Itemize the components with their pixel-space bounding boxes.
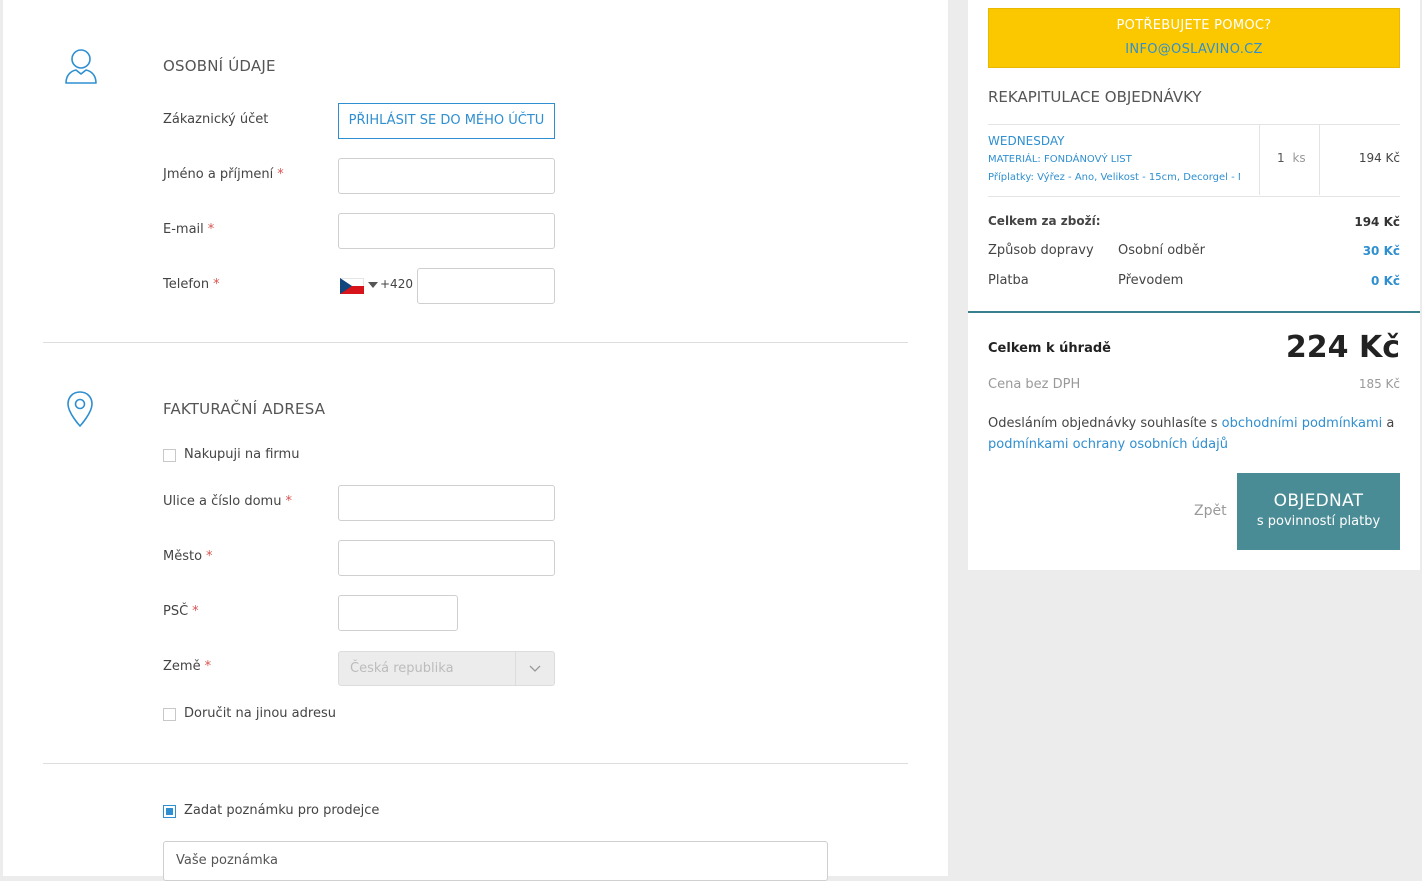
required-mark: * bbox=[213, 277, 220, 292]
company-checkbox-label[interactable]: Nakupuji na firmu bbox=[184, 447, 299, 462]
item-divider bbox=[988, 196, 1400, 197]
item-column-divider bbox=[1319, 125, 1320, 195]
order-button-sub: s povinností platby bbox=[1256, 514, 1381, 529]
seller-note-placeholder: Vaše poznámka bbox=[176, 853, 278, 868]
item-column-divider bbox=[1259, 125, 1260, 195]
order-summary-panel: POTŘEBUJETE POMOC? INFO@OSLAVINO.CZ REKA… bbox=[968, 0, 1420, 570]
section-title-personal: OSOBNÍ ÚDAJE bbox=[163, 57, 276, 75]
total-divider bbox=[968, 311, 1420, 313]
item-material: MATERIÁL: FONDÁNOVÝ LIST bbox=[988, 154, 1132, 165]
account-label: Zákaznický účet bbox=[163, 112, 269, 127]
phone-label-text: Telefon bbox=[163, 277, 210, 292]
zip-label: PSČ * bbox=[163, 604, 199, 619]
seller-note-textarea[interactable]: Vaše poznámka bbox=[163, 841, 828, 881]
required-mark: * bbox=[285, 494, 292, 509]
item-extras: Příplatky: Výřez - Ano, Velikost - 15cm,… bbox=[988, 172, 1240, 183]
section-divider bbox=[43, 763, 908, 764]
select-separator bbox=[515, 652, 516, 685]
grand-total-value: 224 Kč bbox=[1285, 330, 1400, 365]
required-mark: * bbox=[206, 549, 213, 564]
shipping-price: 30 Kč bbox=[1362, 244, 1400, 258]
place-order-button[interactable]: OBJEDNAT s povinností platby bbox=[1237, 473, 1400, 550]
section-divider bbox=[43, 342, 908, 343]
required-mark: * bbox=[207, 222, 215, 237]
street-label: Ulice a číslo domu * bbox=[163, 494, 292, 509]
terms-and: a bbox=[1386, 416, 1395, 431]
country-label: Země * bbox=[163, 659, 211, 674]
city-label-text: Město bbox=[163, 549, 203, 564]
item-quantity: 1 ks bbox=[1277, 151, 1306, 165]
country-label-text: Země bbox=[163, 659, 201, 674]
street-label-text: Ulice a číslo domu bbox=[163, 494, 282, 509]
terms-text: Odesláním objednávky souhlasíte s bbox=[988, 416, 1218, 431]
payment-method: Převodem bbox=[1118, 273, 1184, 288]
checkout-form-panel: OSOBNÍ ÚDAJE Zákaznický účet PŘIHLÁSIT S… bbox=[3, 0, 948, 881]
order-button-main: OBJEDNAT bbox=[1273, 491, 1364, 511]
required-mark: * bbox=[204, 659, 212, 674]
required-mark: * bbox=[192, 604, 199, 619]
shipping-method: Osobní odběr bbox=[1118, 243, 1205, 258]
location-pin-icon bbox=[67, 391, 93, 428]
help-banner: POTŘEBUJETE POMOC? INFO@OSLAVINO.CZ bbox=[988, 8, 1400, 68]
shipping-label: Způsob dopravy bbox=[988, 243, 1094, 258]
name-label: Jméno a příjmení * bbox=[163, 167, 284, 182]
item-name-link[interactable]: WEDNESDAY bbox=[988, 134, 1065, 148]
city-label: Město * bbox=[163, 549, 213, 564]
note-checkbox[interactable] bbox=[163, 805, 176, 818]
login-button[interactable]: PŘIHLÁSIT SE DO MÉHO ÚČTU bbox=[338, 103, 555, 139]
zip-input[interactable] bbox=[338, 595, 458, 631]
email-label: E-mail * bbox=[163, 222, 214, 237]
goods-total-value: 194 Kč bbox=[1354, 215, 1400, 229]
item-qty-value: 1 bbox=[1277, 151, 1285, 165]
goods-total-label: Celkem za zboží: bbox=[988, 214, 1101, 228]
chevron-down-icon bbox=[529, 665, 541, 672]
item-qty-unit: ks bbox=[1292, 151, 1306, 165]
phone-label: Telefon * bbox=[163, 277, 220, 292]
privacy-link[interactable]: podmínkami ochrany osobních údajů bbox=[988, 437, 1228, 452]
country-select[interactable]: Česká republika bbox=[338, 651, 555, 686]
name-input[interactable] bbox=[338, 158, 555, 194]
country-select-value: Česká republika bbox=[350, 661, 454, 676]
help-title: POTŘEBUJETE POMOC? bbox=[1116, 18, 1272, 33]
help-email-link[interactable]: INFO@OSLAVINO.CZ bbox=[989, 42, 1399, 57]
city-input[interactable] bbox=[338, 540, 555, 576]
name-label-text: Jméno a příjmení bbox=[163, 167, 274, 182]
street-input[interactable] bbox=[338, 485, 555, 521]
net-price-label: Cena bez DPH bbox=[988, 377, 1081, 392]
recap-title: REKAPITULACE OBJEDNÁVKY bbox=[988, 88, 1202, 106]
item-divider bbox=[988, 124, 1400, 125]
grand-total-label: Celkem k úhradě bbox=[988, 341, 1111, 356]
note-checkbox-label[interactable]: Zadat poznámku pro prodejce bbox=[184, 803, 379, 818]
zip-label-text: PSČ bbox=[163, 604, 189, 619]
item-price: 194 Kč bbox=[1358, 151, 1400, 165]
payment-label: Platba bbox=[988, 273, 1029, 288]
email-input[interactable] bbox=[338, 213, 555, 249]
terms-link[interactable]: obchodními podmínkami bbox=[1222, 416, 1383, 431]
company-checkbox[interactable] bbox=[163, 449, 176, 462]
user-icon bbox=[65, 49, 97, 84]
caret-down-icon bbox=[368, 282, 378, 288]
other-address-checkbox-label[interactable]: Doručit na jinou adresu bbox=[184, 706, 336, 721]
payment-price: 0 Kč bbox=[1371, 274, 1400, 288]
section-title-billing: FAKTURAČNÍ ADRESA bbox=[163, 400, 326, 418]
other-address-checkbox[interactable] bbox=[163, 708, 176, 721]
net-price-value: 185 Kč bbox=[1358, 377, 1400, 391]
czech-flag-icon bbox=[340, 278, 364, 294]
terms-notice: Odesláním objednávky souhlasíte s obchod… bbox=[988, 413, 1403, 455]
email-label-text: E-mail bbox=[163, 222, 204, 237]
required-mark: * bbox=[277, 167, 284, 182]
back-link[interactable]: Zpět bbox=[1194, 503, 1227, 519]
phone-input[interactable] bbox=[417, 268, 555, 304]
phone-dial-code: +420 bbox=[380, 277, 413, 291]
